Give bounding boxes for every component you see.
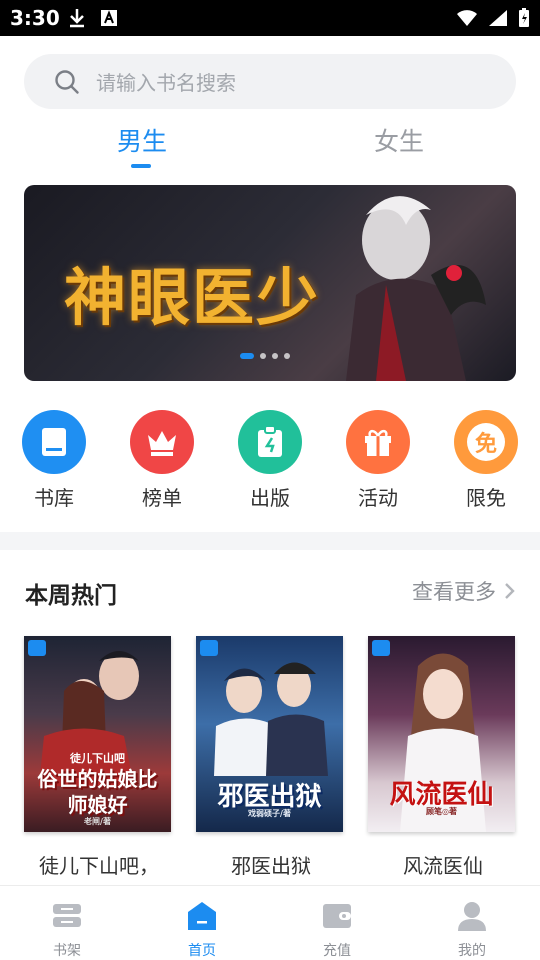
bottom-nav-bookshelf[interactable]: 书架 — [27, 900, 107, 960]
section-title: 本周热门 — [25, 583, 117, 609]
book-cover: 风流医仙 顾笔◎著 — [368, 636, 515, 832]
download-icon — [70, 9, 84, 28]
bottom-nav-label: 首页 — [188, 943, 216, 959]
banner-character-art — [346, 196, 486, 381]
section-divider — [0, 532, 540, 550]
user-icon — [458, 902, 486, 931]
chevron-right-icon — [505, 583, 515, 599]
gender-tabs: 男生 女生 — [0, 122, 540, 170]
carousel-indicator — [240, 353, 290, 359]
quick-nav-ranking[interactable]: 榜单 — [117, 410, 207, 511]
bottom-nav-home[interactable]: 首页 — [162, 900, 242, 960]
book-title: 徒儿下山吧， — [39, 854, 159, 878]
cover-subtitle: 徒儿下山吧 — [70, 752, 125, 765]
carousel-dot[interactable] — [284, 353, 290, 359]
bottom-nav: 书架 首页 充值 我的 — [0, 885, 540, 960]
carousel-dot[interactable] — [260, 353, 266, 359]
text-a-icon — [101, 10, 117, 26]
wifi-icon — [457, 10, 477, 26]
book-cover: 邪医出狱 戏弱硕子/著 — [196, 636, 343, 832]
bottom-nav-label: 我的 — [458, 943, 486, 959]
book-card[interactable]: 邪医出狱 戏弱硕子/著 邪医出狱 — [196, 636, 346, 879]
bottom-nav-label: 书架 — [53, 943, 81, 959]
bottom-nav-label: 充值 — [323, 943, 351, 959]
book-cover: 徒儿下山吧 俗世的姑娘比师娘好 老闸/著 — [24, 636, 171, 832]
tab-indicator — [131, 164, 151, 168]
quick-nav-label: 活动 — [358, 486, 398, 510]
quick-nav-publish[interactable]: 出版 — [225, 410, 315, 511]
clipboard-icon — [258, 425, 282, 457]
cover-author: 顾笔◎著 — [426, 806, 457, 816]
see-more-link[interactable]: 查看更多 — [412, 576, 516, 606]
book-card[interactable]: 徒儿下山吧 俗世的姑娘比师娘好 老闸/著 徒儿下山吧， — [24, 636, 174, 879]
quick-nav-label: 出版 — [250, 486, 290, 510]
quick-nav-free[interactable]: 免 限免 — [441, 410, 531, 511]
home-icon — [188, 902, 216, 930]
tab-female[interactable]: 女生 — [339, 122, 459, 158]
status-bar: 3:30 — [0, 0, 540, 36]
search-icon — [55, 69, 79, 94]
quick-nav: 书库 榜单 出版 活动 免 限免 — [0, 410, 540, 510]
carousel-dot[interactable] — [240, 353, 254, 359]
bottom-nav-profile[interactable]: 我的 — [432, 900, 512, 960]
search-input[interactable]: 请输入书名搜索 — [96, 67, 236, 96]
see-more-label: 查看更多 — [412, 580, 496, 604]
quick-nav-label: 书库 — [34, 486, 74, 510]
gift-icon — [365, 429, 391, 456]
banner-title: 神眼医少 — [64, 261, 321, 334]
bookshelf-icon — [53, 904, 81, 927]
banner-carousel[interactable]: 神眼医少 — [24, 185, 516, 381]
quick-nav-label: 榜单 — [142, 486, 182, 510]
cover-author: 戏弱硕子/著 — [248, 808, 291, 818]
book-icon — [42, 428, 66, 456]
wallet-icon — [323, 904, 351, 928]
cover-title: 俗世的姑娘比师娘好 — [37, 767, 158, 817]
cover-author: 老闸/著 — [84, 816, 111, 826]
battery-icon — [519, 8, 529, 27]
crown-icon — [148, 431, 176, 456]
book-title: 风流医仙 — [403, 854, 483, 878]
tab-male[interactable]: 男生 — [82, 122, 202, 158]
search-bar[interactable]: 请输入书名搜索 — [24, 54, 516, 109]
signal-icon — [489, 10, 507, 26]
quick-nav-label: 限免 — [466, 486, 506, 510]
carousel-dot[interactable] — [272, 353, 278, 359]
quick-nav-library[interactable]: 书库 — [9, 410, 99, 511]
bottom-nav-recharge[interactable]: 充值 — [297, 900, 377, 960]
book-card[interactable]: 风流医仙 顾笔◎著 风流医仙 — [368, 636, 518, 879]
status-time: 3:30 — [10, 6, 60, 30]
free-icon: 免 — [467, 423, 505, 461]
quick-nav-events[interactable]: 活动 — [333, 410, 423, 511]
book-title: 邪医出狱 — [231, 854, 311, 878]
weekly-hot-header: 本周热门 查看更多 — [0, 572, 540, 612]
